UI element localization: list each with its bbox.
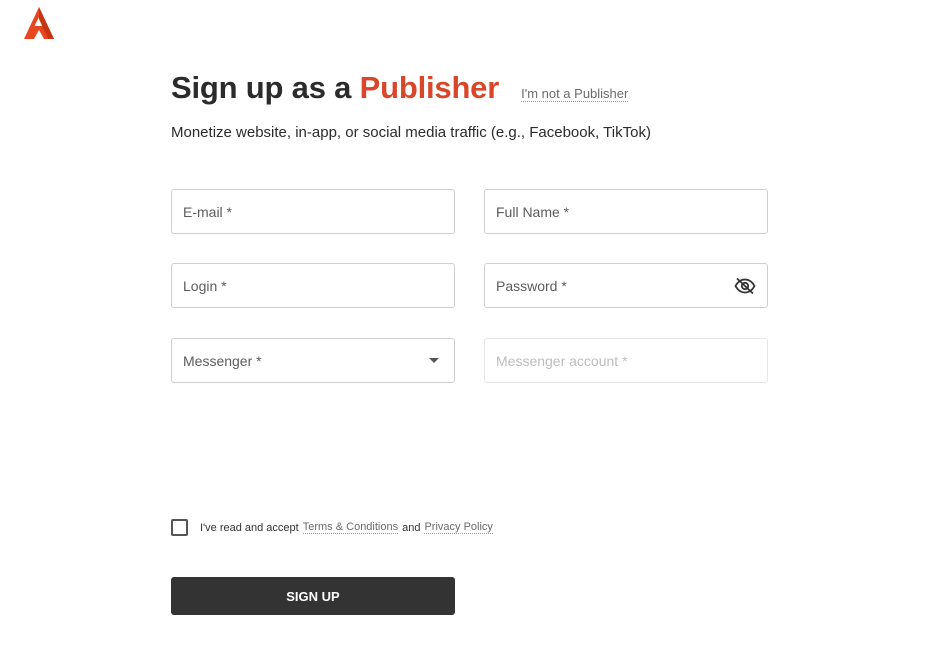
accept-terms-checkbox[interactable] [171, 519, 188, 536]
brand-logo-icon[interactable] [22, 6, 56, 40]
page-subtitle: Monetize website, in-app, or social medi… [171, 124, 651, 141]
chevron-down-icon[interactable] [429, 358, 443, 363]
signup-page: Sign up as a Publisher I'm not a Publish… [0, 0, 938, 668]
full-name-field[interactable]: Full Name * [484, 189, 768, 234]
title-accent: Publisher [359, 70, 500, 105]
consent-prefix: I've read and accept [200, 521, 299, 534]
password-field[interactable]: Password * [484, 263, 768, 308]
page-title: Sign up as a Publisher [171, 70, 499, 106]
full-name-placeholder: Full Name * [496, 203, 570, 220]
title-prefix: Sign up as a [171, 70, 352, 105]
privacy-link[interactable]: Privacy Policy [424, 521, 493, 534]
login-placeholder: Login * [183, 277, 227, 294]
messenger-select[interactable]: Messenger * [171, 338, 455, 383]
login-field[interactable]: Login * [171, 263, 455, 308]
terms-link[interactable]: Terms & Conditions [302, 521, 399, 534]
sign-up-button[interactable]: SIGN UP [171, 577, 455, 615]
email-placeholder: E-mail * [183, 203, 233, 220]
messenger-account-field[interactable]: Messenger account * [484, 338, 768, 383]
consent-row: I've read and accept Terms & Conditions … [171, 519, 497, 536]
eye-off-icon[interactable] [734, 277, 756, 295]
email-field[interactable]: E-mail * [171, 189, 455, 234]
consent-and: and [402, 521, 421, 534]
messenger-placeholder: Messenger * [183, 352, 262, 369]
heading-row: Sign up as a Publisher I'm not a Publish… [171, 70, 629, 106]
password-placeholder: Password * [496, 277, 567, 294]
messenger-account-placeholder: Messenger account * [496, 352, 628, 369]
not-publisher-link[interactable]: I'm not a Publisher [521, 86, 629, 102]
